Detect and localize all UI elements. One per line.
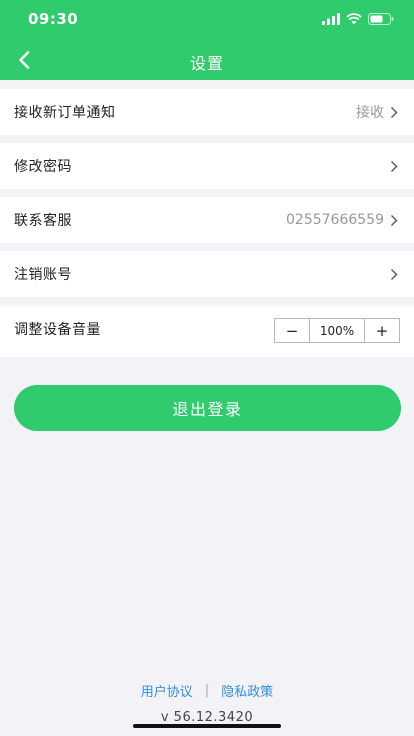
new-order-notification-label: 接收新订单通知	[14, 105, 116, 121]
cancel-account-label: 注销账号	[14, 267, 72, 283]
nav-bar: 设置	[0, 40, 414, 80]
change-password-row[interactable]: 修改密码	[0, 143, 414, 189]
page-title: 设置	[189, 54, 224, 73]
contact-support-row[interactable]: 联系客服 02557666559	[0, 197, 414, 243]
status-icons	[322, 12, 394, 26]
cancel-account-row[interactable]: 注销账号	[0, 251, 414, 297]
status-bar: 09:30	[0, 0, 414, 40]
user-agreement-link[interactable]: 用户协议	[141, 681, 193, 700]
footer-separator: |	[204, 683, 210, 698]
volume-increase-button[interactable]: +	[365, 319, 399, 342]
logout-button[interactable]: 退出登录	[14, 385, 401, 431]
volume-stepper: − 100% +	[274, 318, 400, 343]
contact-support-label: 联系客服	[14, 213, 72, 229]
app-version: v 56.12.3420	[160, 710, 254, 725]
cancel-account-control	[388, 267, 400, 281]
volume-value: 100%	[309, 319, 365, 342]
settings-screen: 09:30 设置 接收新订单通知 接收 修改密码 联系客服 0255766655…	[0, 0, 414, 736]
change-password-label: 修改密码	[14, 159, 72, 175]
battery-icon	[368, 13, 394, 25]
wifi-icon	[346, 13, 362, 25]
chevron-right-icon	[388, 213, 400, 227]
device-volume-label: 调整设备音量	[14, 322, 101, 338]
device-volume-row: 调整设备音量 − 100% +	[0, 306, 414, 357]
contact-support-phone: 02557666559	[286, 212, 384, 228]
change-password-control	[388, 159, 400, 173]
home-indicator	[133, 724, 281, 728]
new-order-notification-row[interactable]: 接收新订单通知 接收	[0, 89, 414, 135]
privacy-policy-link[interactable]: 隐私政策	[221, 681, 273, 700]
new-order-notification-control: 接收	[356, 102, 400, 122]
chevron-right-icon	[388, 159, 400, 173]
volume-decrease-button[interactable]: −	[275, 319, 309, 342]
chevron-right-icon	[388, 105, 400, 119]
header: 09:30 设置	[0, 0, 414, 80]
new-order-notification-value: 接收	[356, 105, 384, 121]
footer-links: 用户协议 | 隐私政策	[0, 681, 414, 700]
signal-icon	[322, 13, 340, 25]
status-time: 09:30	[28, 10, 79, 28]
chevron-right-icon	[388, 267, 400, 281]
contact-support-control: 02557666559	[286, 212, 400, 228]
